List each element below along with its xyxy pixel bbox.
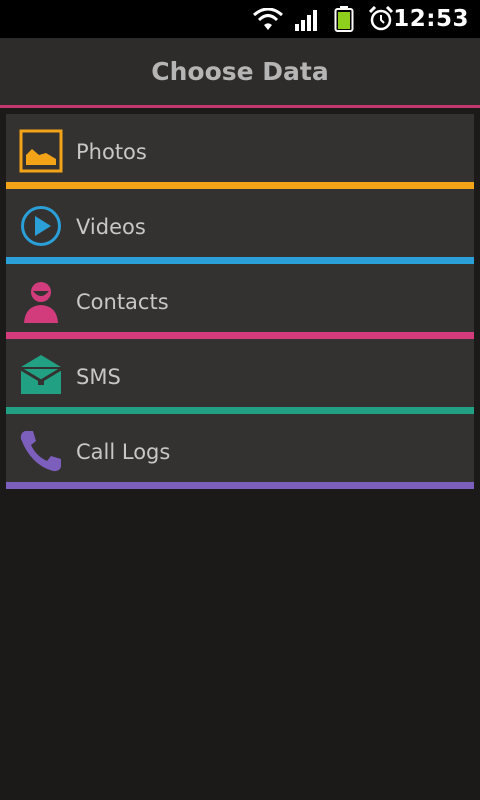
battery-icon [334, 6, 354, 32]
list-item-label: Contacts [76, 290, 169, 314]
status-bar: 12:53 [0, 0, 480, 38]
page-title: Choose Data [151, 57, 329, 86]
color-bar [6, 407, 474, 414]
list-item-label: Photos [76, 140, 147, 164]
data-type-list: Photos Videos Contacts SMS Call Logs [6, 114, 474, 489]
list-item-call-logs[interactable]: Call Logs [6, 414, 474, 489]
alarm-icon [368, 6, 394, 31]
title-bar: Choose Data [0, 38, 480, 105]
signal-icon [295, 10, 317, 31]
list-item-videos[interactable]: Videos [6, 189, 474, 264]
color-bar [6, 182, 474, 189]
color-bar [6, 332, 474, 339]
phone-icon [20, 431, 61, 472]
color-bar [6, 482, 474, 489]
list-item-label: Call Logs [76, 440, 171, 464]
play-icon [21, 206, 61, 246]
title-divider [0, 105, 480, 108]
list-item-label: Videos [76, 215, 146, 239]
list-item-sms[interactable]: SMS [6, 339, 474, 414]
message-icon [20, 355, 62, 394]
list-item-label: SMS [76, 365, 121, 389]
photo-icon [19, 129, 63, 173]
list-item-contacts[interactable]: Contacts [6, 264, 474, 339]
status-time: 12:53 [393, 6, 469, 32]
color-bar [6, 257, 474, 264]
wifi-icon [253, 8, 283, 30]
contact-icon [24, 282, 58, 323]
list-item-photos[interactable]: Photos [6, 114, 474, 189]
